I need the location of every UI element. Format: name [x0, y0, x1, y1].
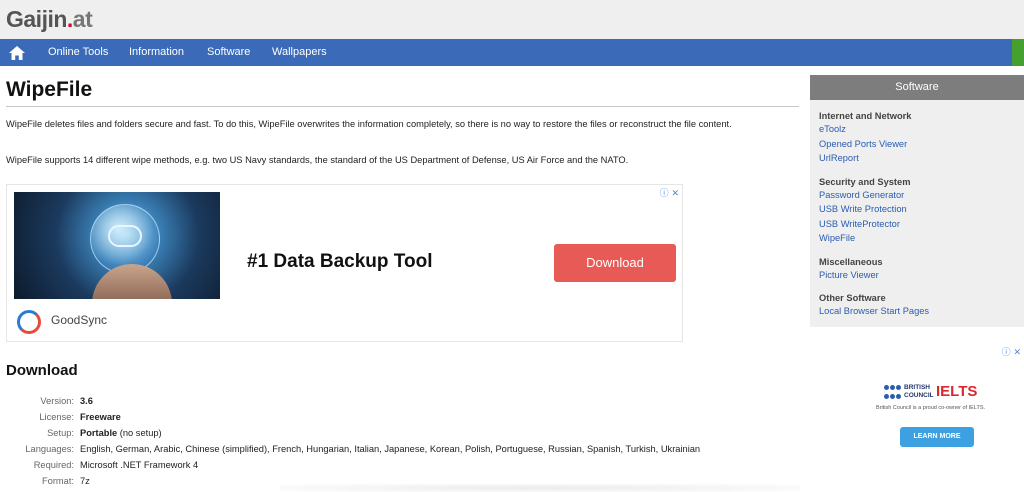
- british-council-text: BRITISH COUNCIL: [904, 384, 934, 400]
- ad-banner[interactable]: #1 Data Backup Tool Download GoodSync ⓘ …: [6, 184, 683, 342]
- nav-item-online-tools[interactable]: Online Tools: [48, 39, 108, 66]
- info-label: License:: [39, 412, 74, 422]
- sidebar-link-picture-viewer[interactable]: Picture Viewer: [819, 268, 1024, 283]
- sidebar-section-other: Other Software Local Browser Start Pages: [810, 292, 1024, 319]
- info-value-format: 7z: [80, 476, 90, 486]
- home-icon: [8, 45, 25, 60]
- nav-accent-tab[interactable]: [1012, 39, 1024, 66]
- ad-download-button[interactable]: Download: [554, 244, 676, 282]
- sidebar-link-usb-writeprotector[interactable]: USB WriteProtector: [819, 217, 1024, 232]
- nav-home-button[interactable]: [0, 39, 33, 66]
- info-value-setup: Portable (no setup): [80, 425, 162, 441]
- site-header: Gaijin.at: [0, 0, 1024, 39]
- ielts-subtext: British Council is a proud co-owner of I…: [876, 405, 986, 411]
- sidebar-category-title: Internet and Network: [819, 111, 912, 121]
- sidebar-header: Software: [810, 75, 1024, 100]
- sidebar-section-internet: Internet and Network eToolz Opened Ports…: [810, 110, 1024, 166]
- logo-main-text: Gaijin: [6, 6, 67, 32]
- sidebar-section-misc: Miscellaneous Picture Viewer: [810, 256, 1024, 283]
- nav-item-wallpapers[interactable]: Wallpapers: [272, 39, 327, 66]
- sidebar-section-security: Security and System Password Generator U…: [810, 176, 1024, 246]
- learn-more-button[interactable]: LEARN MORE: [900, 427, 974, 447]
- main-nav: Online Tools Information Software Wallpa…: [0, 39, 1024, 66]
- ielts-logo: IELTS: [936, 383, 978, 400]
- british-council-logo-icon: [884, 385, 902, 401]
- info-value-version: 3.6: [80, 396, 93, 406]
- info-row-languages: Languages: English, German, Arabic, Chin…: [6, 441, 799, 457]
- download-info-table: Version: 3.6 License: Freeware Setup: Po…: [6, 393, 799, 489]
- sidebar-category-title: Miscellaneous: [819, 256, 883, 267]
- sidebar-link-password-generator[interactable]: Password Generator: [819, 188, 1024, 203]
- bottom-shadow: [280, 484, 800, 492]
- info-label: Setup:: [47, 428, 74, 438]
- title-divider: [6, 106, 799, 107]
- sidebar-link-urlreport[interactable]: UrlReport: [819, 151, 1024, 166]
- site-logo[interactable]: Gaijin.at: [6, 6, 93, 33]
- info-row-license: License: Freeware: [6, 409, 799, 425]
- ad-choices-icon[interactable]: ⓘ ✕: [1002, 345, 1021, 358]
- bc-line-2: COUNCIL: [904, 392, 934, 399]
- info-row-required: Required: Microsoft .NET Framework 4: [6, 457, 799, 473]
- setup-type: Portable: [80, 428, 118, 438]
- sidebar-link-local-browser-start-pages[interactable]: Local Browser Start Pages: [819, 304, 1024, 319]
- hand-graphic: [92, 264, 172, 299]
- bc-line-1: BRITISH: [904, 384, 930, 391]
- info-row-setup: Setup: Portable (no setup): [6, 425, 799, 441]
- sidebar-link-opened-ports-viewer[interactable]: Opened Ports Viewer: [819, 137, 1024, 152]
- ad-image[interactable]: [14, 192, 220, 299]
- sidebar-link-usb-write-protection[interactable]: USB Write Protection: [819, 202, 1024, 217]
- info-value-languages: English, German, Arabic, Chinese (simpli…: [80, 444, 701, 454]
- sidebar-category-title: Security and System: [819, 176, 911, 187]
- description-paragraph-2: WipeFile supports 14 different wipe meth…: [6, 155, 629, 165]
- info-label: Format:: [41, 476, 74, 486]
- page-title: WipeFile: [6, 78, 93, 101]
- ad-choices-icon[interactable]: ⓘ ✕: [660, 186, 679, 199]
- info-label: Required:: [33, 460, 74, 470]
- sidebar-category-title: Other Software: [819, 293, 886, 303]
- info-row-version: Version: 3.6: [6, 393, 799, 409]
- ad-headline[interactable]: #1 Data Backup Tool: [247, 251, 432, 273]
- info-value-required: Microsoft .NET Framework 4: [80, 460, 199, 470]
- logo-tld-text: at: [72, 6, 93, 32]
- cloud-lock-icon: [108, 225, 142, 247]
- info-label: Version:: [40, 396, 74, 406]
- description-paragraph-1: WipeFile deletes files and folders secur…: [6, 119, 732, 129]
- goodsync-logo-icon[interactable]: [17, 310, 41, 334]
- ielts-ad[interactable]: ⓘ ✕ BRITISH COUNCIL IELTS British Council…: [810, 343, 1024, 453]
- license-link[interactable]: Freeware: [80, 409, 121, 425]
- info-label: Languages:: [25, 444, 74, 454]
- download-heading: Download: [6, 362, 78, 379]
- nav-item-information[interactable]: Information: [129, 39, 184, 66]
- sidebar-link-wipefile[interactable]: WipeFile: [819, 231, 1024, 246]
- setup-note: (no setup): [117, 428, 162, 438]
- ad-brand-name[interactable]: GoodSync: [51, 313, 107, 327]
- software-sidebar: Software Internet and Network eToolz Ope…: [810, 75, 1024, 327]
- sidebar-link-etoolz[interactable]: eToolz: [819, 122, 1024, 137]
- nav-item-software[interactable]: Software: [207, 39, 250, 66]
